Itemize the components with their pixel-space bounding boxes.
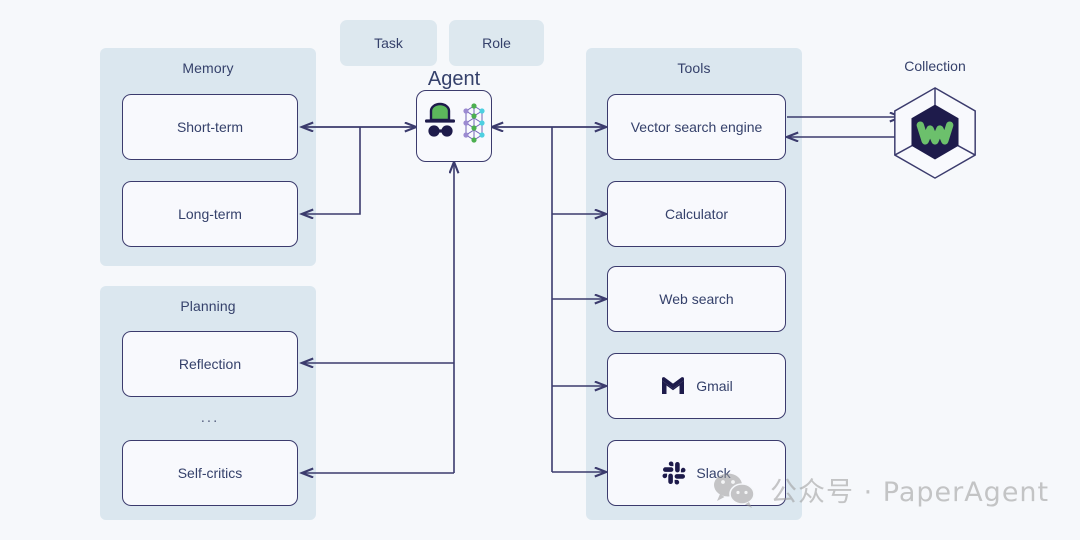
node-self-critics-label: Self-critics [177,465,243,481]
wechat-icon [712,471,758,509]
watermark: 公众号 · PaperAgent [712,470,1049,509]
node-vector-search-engine-label: Vector search engine [630,119,763,135]
node-reflection[interactable]: Reflection [122,331,298,397]
node-gmail[interactable]: Gmail [607,353,786,419]
chip-role[interactable]: Role [449,20,544,66]
slack-icon [662,461,686,485]
collection-group[interactable]: Collection [870,58,1000,179]
agent-title: Agent [427,68,481,90]
weaviate-hexagon-icon [886,84,984,182]
node-web-search[interactable]: Web search [607,266,786,332]
diagram-canvas: Memory Planning Tools Task Role Agent Sh… [0,0,1080,540]
planning-panel-title: Planning [180,298,236,314]
node-long-term-label: Long-term [178,206,242,222]
tools-panel-title: Tools [677,60,711,76]
node-calculator[interactable]: Calculator [607,181,786,247]
node-short-term-label: Short-term [176,119,244,135]
chip-task[interactable]: Task [340,20,437,66]
chip-role-label: Role [482,35,511,51]
chip-task-label: Task [374,35,403,51]
watermark-text: 公众号 · PaperAgent [770,477,1050,508]
gmail-icon [660,376,686,396]
memory-panel-title: Memory [182,60,234,76]
node-calculator-label: Calculator [664,206,729,222]
node-reflection-label: Reflection [178,356,242,372]
node-web-search-label: Web search [659,291,734,307]
agent-hat-network-icon [422,101,486,152]
node-vector-search-engine[interactable]: Vector search engine [607,94,786,160]
node-long-term[interactable]: Long-term [122,181,298,247]
node-gmail-label: Gmail [696,378,733,394]
agent-node[interactable] [416,90,492,162]
collection-title: Collection [904,58,966,74]
planning-ellipsis: ... [200,409,220,426]
node-self-critics[interactable]: Self-critics [122,440,298,506]
node-short-term[interactable]: Short-term [122,94,298,160]
